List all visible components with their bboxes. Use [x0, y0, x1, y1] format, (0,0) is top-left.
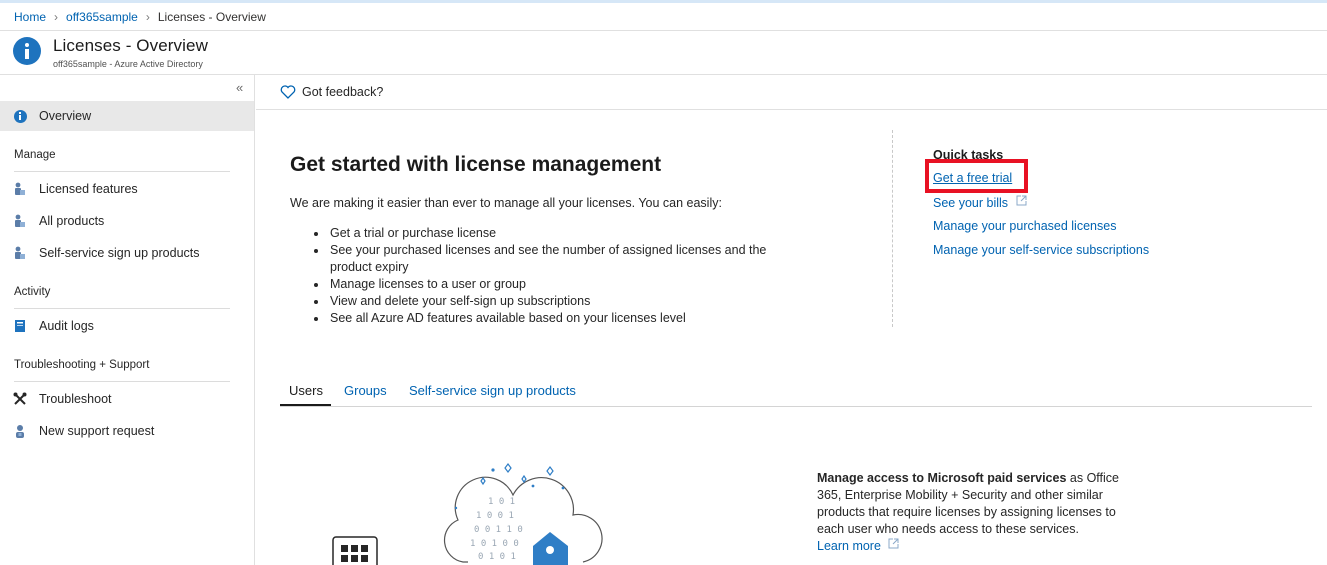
section-heading-activity: Activity: [14, 286, 51, 298]
svg-text:1 0 0 1: 1 0 0 1: [476, 511, 514, 521]
section-heading-support: Troubleshooting + Support: [14, 359, 150, 371]
sidebar-item-licensed-features[interactable]: Licensed features: [0, 174, 254, 204]
divider: [14, 171, 230, 172]
external-link-icon: [888, 538, 899, 549]
highlight-box: [925, 159, 1028, 193]
feedback-label: Got feedback?: [302, 85, 384, 99]
book-icon: [13, 319, 27, 333]
tab-bar: Users Groups Self-service sign up produc…: [280, 380, 1312, 407]
tab-users[interactable]: Users: [289, 383, 323, 398]
get-started-title: Get started with license management: [290, 153, 662, 176]
info-icon: [13, 109, 27, 123]
svg-text:0 0 1 1 0: 0 0 1 1 0: [474, 525, 523, 535]
breadcrumb: Home › off365sample › Licenses - Overvie…: [14, 9, 266, 25]
divider: [14, 308, 230, 309]
learn-more-link[interactable]: Learn more: [817, 538, 899, 553]
wrench-icon: [13, 392, 27, 406]
collapse-sidebar-icon[interactable]: «: [236, 80, 243, 95]
breadcrumb-current: Licenses - Overview: [157, 10, 266, 24]
sidebar-item-label: Self-service sign up products: [39, 246, 200, 260]
list-item: Manage licenses to a user or group: [312, 276, 792, 293]
chevron-right-icon: ›: [145, 10, 150, 24]
description-heading: Manage access to Microsoft paid services: [817, 471, 1067, 485]
svg-text:1 0 1 0 0: 1 0 1 0 0: [470, 539, 519, 549]
sidebar-item-self-service-sign-up-products[interactable]: Self-service sign up products: [0, 238, 254, 268]
get-started-intro: We are making it easier than ever to man…: [290, 196, 722, 210]
sidebar-item-troubleshoot[interactable]: Troubleshoot: [0, 384, 254, 414]
svg-text:0 1 0 1: 0 1 0 1: [478, 552, 516, 562]
page-subtitle: off365sample - Azure Active Directory: [53, 59, 203, 69]
list-item: See your purchased licenses and see the …: [312, 242, 792, 276]
sidebar-item-label: Licensed features: [39, 182, 138, 196]
feedback-button[interactable]: Got feedback?: [280, 85, 383, 99]
tab-self-service-sign-up-products[interactable]: Self-service sign up products: [409, 383, 576, 398]
get-started-list: Get a trial or purchase license See your…: [312, 225, 792, 327]
sidebar-item-label: New support request: [39, 424, 155, 438]
breadcrumb-home[interactable]: Home: [14, 10, 46, 24]
manage-purchased-licenses-link[interactable]: Manage your purchased licenses: [933, 219, 1116, 233]
svg-text:1 0 1: 1 0 1: [488, 497, 515, 507]
license-icon: [13, 246, 27, 260]
divider: [256, 109, 1327, 110]
list-item: Get a trial or purchase license: [312, 225, 792, 242]
sidebar-item-label: Audit logs: [39, 319, 94, 333]
vertical-divider: [892, 130, 893, 327]
license-icon: [13, 214, 27, 228]
link-label: See your bills: [933, 196, 1009, 210]
breadcrumb-tenant[interactable]: off365sample: [66, 10, 138, 24]
info-icon: [13, 37, 41, 65]
see-your-bills-link[interactable]: See your bills: [933, 195, 1027, 210]
sidebar-item-label: Overview: [39, 109, 92, 123]
tab-groups[interactable]: Groups: [344, 383, 387, 398]
users-description: Manage access to Microsoft paid services…: [817, 470, 1137, 555]
top-stripe: [0, 0, 1327, 3]
list-item: See all Azure AD features available base…: [312, 310, 792, 327]
sidebar-item-audit-logs[interactable]: Audit logs: [0, 311, 254, 341]
license-illustration: 1 0 1 1 0 0 1 0 0 1 1 0 1 0 1 0 0 0 1 0 …: [332, 463, 603, 565]
chevron-right-icon: ›: [54, 10, 59, 24]
page-title: Licenses - Overview: [53, 36, 208, 55]
support-person-icon: [13, 424, 27, 438]
page-header: Licenses - Overview off365sample - Azure…: [0, 31, 1327, 74]
sidebar-item-label: All products: [39, 214, 105, 228]
list-item: View and delete your self-sign up subscr…: [312, 293, 792, 310]
license-icon: [13, 182, 27, 196]
sidebar: « Overview Manage Licensed features All …: [0, 75, 255, 565]
active-tab-indicator: [280, 404, 331, 406]
manage-self-service-subscriptions-link[interactable]: Manage your self-service subscriptions: [933, 243, 1149, 257]
sidebar-item-new-support-request[interactable]: New support request: [0, 416, 254, 446]
sidebar-item-label: Troubleshoot: [39, 392, 112, 406]
section-heading-manage: Manage: [14, 149, 56, 161]
divider: [14, 381, 230, 382]
heart-icon: [280, 85, 296, 99]
sidebar-item-overview[interactable]: Overview: [0, 101, 254, 131]
link-label: Learn more: [817, 539, 881, 553]
sidebar-item-all-products[interactable]: All products: [0, 206, 254, 236]
external-link-icon: [1016, 195, 1027, 206]
main-content: Got feedback? Get started with license m…: [256, 75, 1327, 565]
